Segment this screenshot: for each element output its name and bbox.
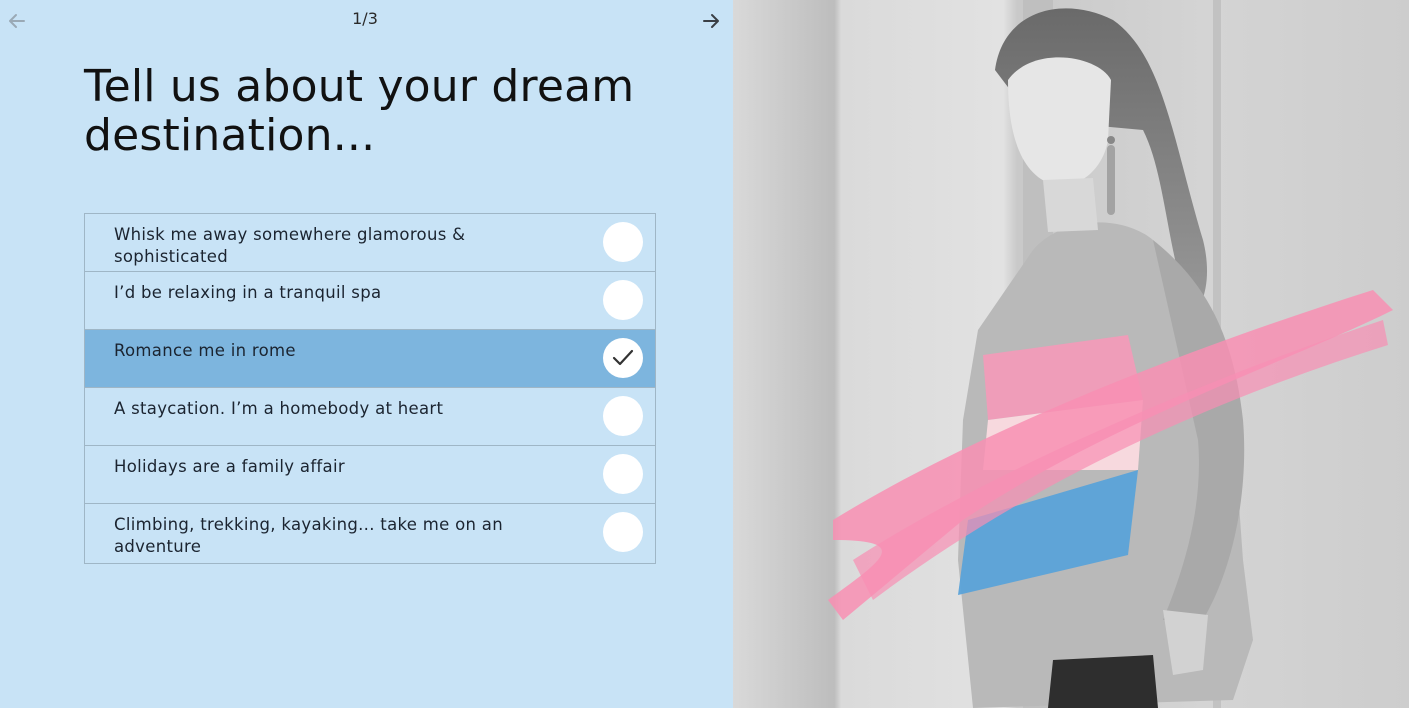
radio-checked-icon[interactable] xyxy=(603,338,643,378)
answer-list: Whisk me away somewhere glamorous & soph… xyxy=(84,213,656,564)
answer-option-family[interactable]: Holidays are a family affair xyxy=(85,446,655,504)
model-photo-illustration xyxy=(733,0,1409,708)
answer-label: Whisk me away somewhere glamorous & soph… xyxy=(114,225,466,266)
checkmark-icon xyxy=(612,349,634,366)
radio-circle-icon[interactable] xyxy=(603,512,643,552)
next-button[interactable] xyxy=(698,8,724,34)
answer-label: Climbing, trekking, kayaking... take me … xyxy=(114,515,503,556)
answer-option-rome[interactable]: Romance me in rome xyxy=(85,330,655,388)
answer-option-spa[interactable]: I’d be relaxing in a tranquil spa xyxy=(85,272,655,330)
radio-circle-icon[interactable] xyxy=(603,280,643,320)
hero-image xyxy=(733,0,1409,708)
quiz-panel: 1/3 Tell us about your dream destination… xyxy=(0,0,733,708)
quiz-page: 1/3 Tell us about your dream destination… xyxy=(0,0,1409,708)
arrow-right-icon xyxy=(703,14,719,28)
radio-circle-icon[interactable] xyxy=(603,396,643,436)
answer-label: I’d be relaxing in a tranquil spa xyxy=(114,283,382,302)
answer-label: A staycation. I’m a homebody at heart xyxy=(114,399,444,418)
answer-option-adventure[interactable]: Climbing, trekking, kayaking... take me … xyxy=(85,504,655,563)
answer-label: Holidays are a family affair xyxy=(114,457,345,476)
radio-circle-icon[interactable] xyxy=(603,222,643,262)
page-indicator: 1/3 xyxy=(352,9,378,28)
answer-option-staycation[interactable]: A staycation. I’m a homebody at heart xyxy=(85,388,655,446)
answer-option-glamorous[interactable]: Whisk me away somewhere glamorous & soph… xyxy=(85,214,655,272)
radio-circle-icon[interactable] xyxy=(603,454,643,494)
question-title: Tell us about your dream destination... xyxy=(84,61,635,161)
previous-button[interactable] xyxy=(4,8,30,34)
answer-label: Romance me in rome xyxy=(114,341,296,360)
arrow-left-icon xyxy=(9,14,25,28)
